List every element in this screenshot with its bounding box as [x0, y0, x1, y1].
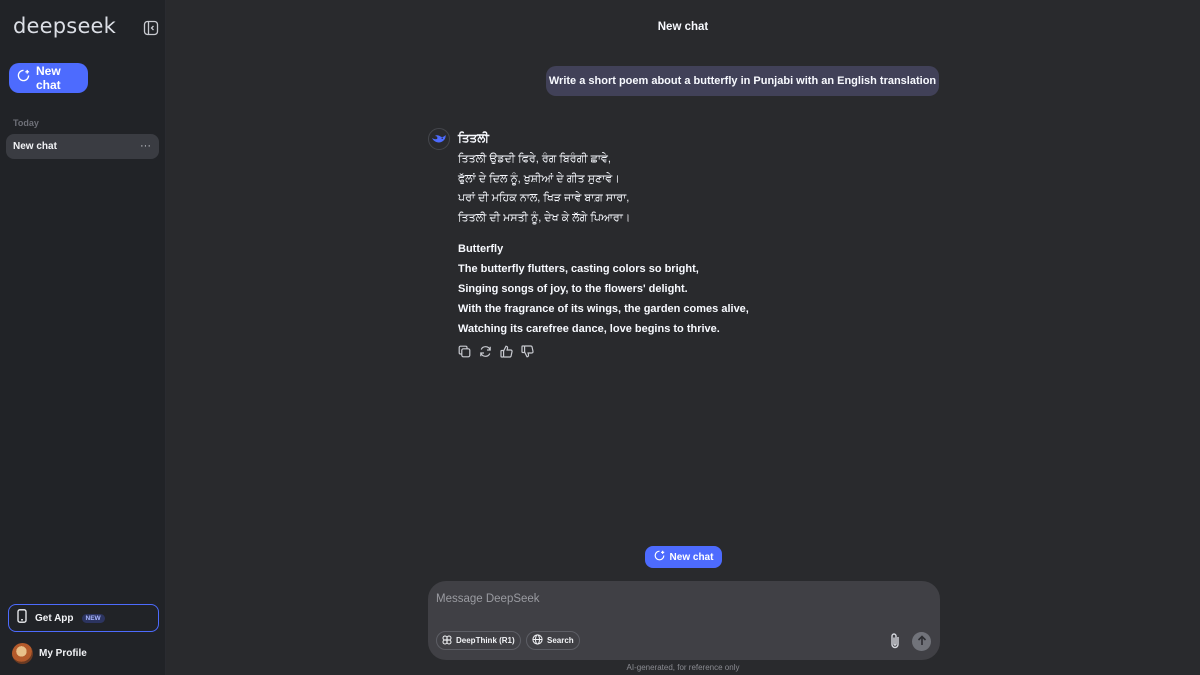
thumbs-down-icon[interactable] [521, 345, 534, 358]
deepseek-whale-icon [428, 128, 450, 150]
new-chat-button[interactable]: New chat [9, 63, 88, 93]
poem-line-punjabi: ਤਿਤਲੀ ਉਡਦੀ ਫਿਰੇ, ਰੰਗ ਬਿਰੰਗੀ ਛਾਵੇ, [458, 153, 611, 165]
search-toggle[interactable]: Search [526, 631, 580, 650]
floating-new-chat-label: New chat [669, 551, 714, 563]
deepseek-logo[interactable]: deepseek [13, 14, 116, 38]
poem-title-english: Butterfly [458, 242, 504, 255]
profile-label: My Profile [39, 648, 87, 659]
poem-title-punjabi: ਤਿਤਲੀ [458, 131, 489, 145]
poem-line-english: With the fragrance of its wings, the gar… [458, 302, 749, 315]
new-badge: NEW [81, 613, 105, 623]
new-chat-label: New chat [36, 64, 61, 92]
poem-line-english: Watching its carefree dance, love begins… [458, 322, 720, 335]
deepthink-icon [442, 632, 452, 650]
new-chat-icon [654, 548, 665, 566]
avatar [12, 643, 33, 664]
phone-icon [17, 608, 27, 628]
message-composer: DeepThink (R1) Search [428, 581, 940, 660]
arrow-up-icon [917, 633, 927, 651]
page-title: New chat [657, 21, 709, 33]
get-app-label: Get App [35, 612, 74, 624]
globe-icon [532, 632, 543, 650]
deepthink-toggle[interactable]: DeepThink (R1) [436, 631, 521, 650]
search-label: Search [547, 636, 574, 645]
profile-button[interactable]: My Profile [12, 643, 87, 664]
send-button[interactable] [912, 632, 931, 651]
poem-line-english: Singing songs of joy, to the flowers' de… [458, 282, 688, 295]
attach-file-icon[interactable] [888, 632, 902, 650]
sidebar: deepseek New chat Today New chat ··· Get… [0, 0, 166, 675]
regenerate-icon[interactable] [479, 345, 492, 358]
floating-new-chat-button[interactable]: New chat [645, 546, 722, 568]
poem-line-punjabi: ਪਰਾਂ ਦੀ ਮਹਿਕ ਨਾਲ, ਖਿੜ ਜਾਵੇ ਬਾਗ਼ ਸਾਰਾ, [458, 192, 630, 205]
poem-line-punjabi: ਫੁੱਲਾਂ ਦੇ ਦਿਲ ਨੂੰ, ਖੁਸ਼ੀਆਂ ਦੇ ਗੀਤ ਸੁਣਾਵੇ… [458, 172, 620, 185]
assistant-answer: ਤਿਤਲੀ ਤਿਤਲੀ ਉਡਦੀ ਫਿਰੇ, ਰੰਗ ਬਿਰੰਗੀ ਛਾਵੇ, … [458, 130, 938, 339]
thumbs-up-icon[interactable] [500, 345, 513, 358]
copy-icon[interactable] [458, 345, 471, 358]
collapse-sidebar-icon[interactable] [143, 20, 159, 36]
history-item-label: New chat [13, 141, 57, 152]
message-input[interactable] [436, 589, 926, 609]
user-message: Write a short poem about a butterfly in … [546, 66, 939, 96]
new-chat-icon [17, 69, 30, 87]
get-app-button[interactable]: Get App NEW [8, 604, 159, 632]
poem-line-punjabi: ਤਿਤਲੀ ਦੀ ਮਸਤੀ ਨੂੰ, ਦੇਖ ਕੇ ਲੱਗੇ ਪਿਆਰਾ। [458, 212, 631, 225]
deepthink-label: DeepThink (R1) [456, 636, 515, 645]
more-options-icon[interactable]: ··· [140, 141, 151, 152]
answer-actions [458, 345, 534, 358]
ai-disclaimer: AI-generated, for reference only [626, 663, 740, 672]
history-item[interactable]: New chat ··· [6, 134, 159, 159]
history-section-today: Today [13, 118, 39, 128]
poem-line-english: The butterfly flutters, casting colors s… [458, 262, 699, 275]
